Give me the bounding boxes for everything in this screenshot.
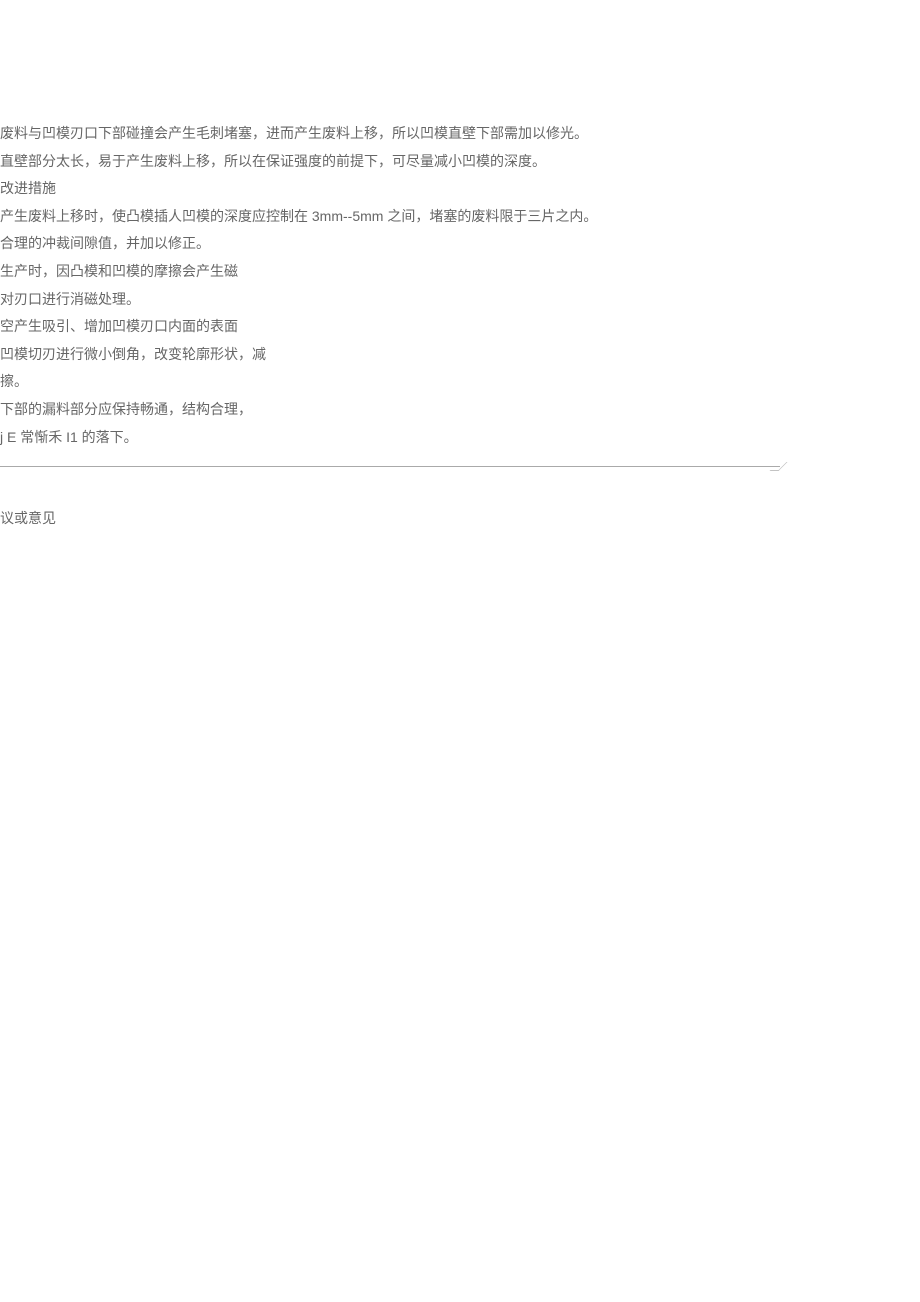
- text-line: 空产生吸引、增加凹模刃口内面的表面: [0, 313, 780, 340]
- text-line: j E 常惭禾 I1 的落下。: [0, 424, 780, 451]
- section-heading: 议或意见: [0, 505, 780, 532]
- text-line: 擦。: [0, 368, 780, 395]
- text-line: 生产时，因凸模和凹模的摩擦会产生磁: [0, 258, 780, 285]
- text-line: 废料与凹模刃口下部碰撞会产生毛刺堵塞，进而产生废料上移，所以凹模直壁下部需加以修…: [0, 120, 780, 147]
- document-content: 废料与凹模刃口下部碰撞会产生毛刺堵塞，进而产生废料上移，所以凹模直壁下部需加以修…: [0, 0, 780, 532]
- text-line: 产生废料上移时，使凸模插人凹模的深度应控制在 3mm--5mm 之间，堵塞的废料…: [0, 203, 780, 230]
- text-line: 直壁部分太长，易于产生废料上移，所以在保证强度的前提下，可尽量减小凹模的深度。: [0, 148, 780, 175]
- text-line: 下部的漏料部分应保持畅通，结构合理，: [0, 396, 780, 423]
- text-line: 对刃口进行消磁处理。: [0, 286, 780, 313]
- divider: [0, 466, 780, 467]
- text-line: 凹模切刃进行微小倒角，改变轮廓形状，减: [0, 341, 780, 368]
- text-line: 改进措施: [0, 175, 780, 202]
- text-line: 合理的冲裁间隙值，并加以修正。: [0, 230, 780, 257]
